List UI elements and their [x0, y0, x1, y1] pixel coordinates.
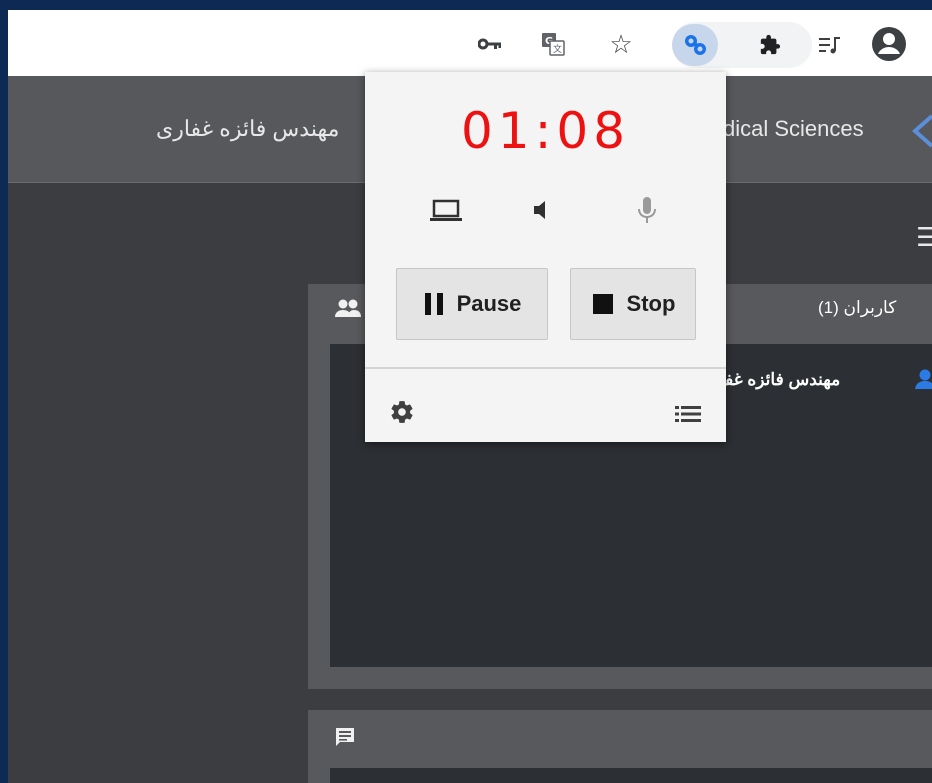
key-icon[interactable]: [476, 30, 504, 58]
popup-divider: [365, 367, 726, 369]
star-icon[interactable]: ☆: [606, 29, 636, 59]
user-icon: [915, 369, 932, 389]
pause-button[interactable]: Pause: [396, 268, 548, 340]
pause-icon: [424, 293, 443, 315]
stop-icon: [592, 294, 613, 314]
settings-gear-icon[interactable]: [389, 399, 415, 425]
menu-icon[interactable]: ☰: [916, 222, 932, 253]
recordings-list-icon[interactable]: [675, 404, 701, 424]
speaker-icon[interactable]: [531, 198, 551, 222]
screen-source-icon[interactable]: [429, 199, 463, 223]
translate-icon[interactable]: G文: [537, 29, 569, 59]
chat-panel: [308, 710, 932, 783]
profile-icon[interactable]: [870, 25, 908, 63]
recording-timer: 01:08: [460, 102, 631, 160]
stop-button[interactable]: Stop: [570, 268, 696, 340]
chevron-left-icon[interactable]: [911, 114, 932, 148]
users-group-icon: [335, 299, 361, 317]
stop-button-label: Stop: [626, 291, 676, 316]
browser-window: G文 ☆ مهندس فائزه غفاری dical Sciences ☰ …: [8, 10, 932, 783]
users-panel-title: کاربران (1): [818, 298, 897, 317]
svg-text:文: 文: [553, 43, 562, 55]
browser-toolbar: G文 ☆: [8, 10, 932, 76]
screen-recorder-extension-icon[interactable]: [681, 31, 709, 59]
extensions-puzzle-icon[interactable]: [756, 31, 784, 59]
chat-icon: [336, 728, 354, 746]
screen-recorder-popup: 01:08 Pause Stop: [365, 72, 726, 442]
media-queue-icon[interactable]: [816, 31, 844, 59]
microphone-icon[interactable]: [637, 196, 657, 226]
user-list-item[interactable]: مهندس فائزه غفا: [720, 370, 840, 390]
course-title: dical Sciences: [723, 116, 864, 141]
presenter-title: مهندس فائزه غفاری: [156, 116, 340, 141]
pause-button-label: Pause: [456, 291, 522, 316]
chat-area: [330, 768, 932, 783]
